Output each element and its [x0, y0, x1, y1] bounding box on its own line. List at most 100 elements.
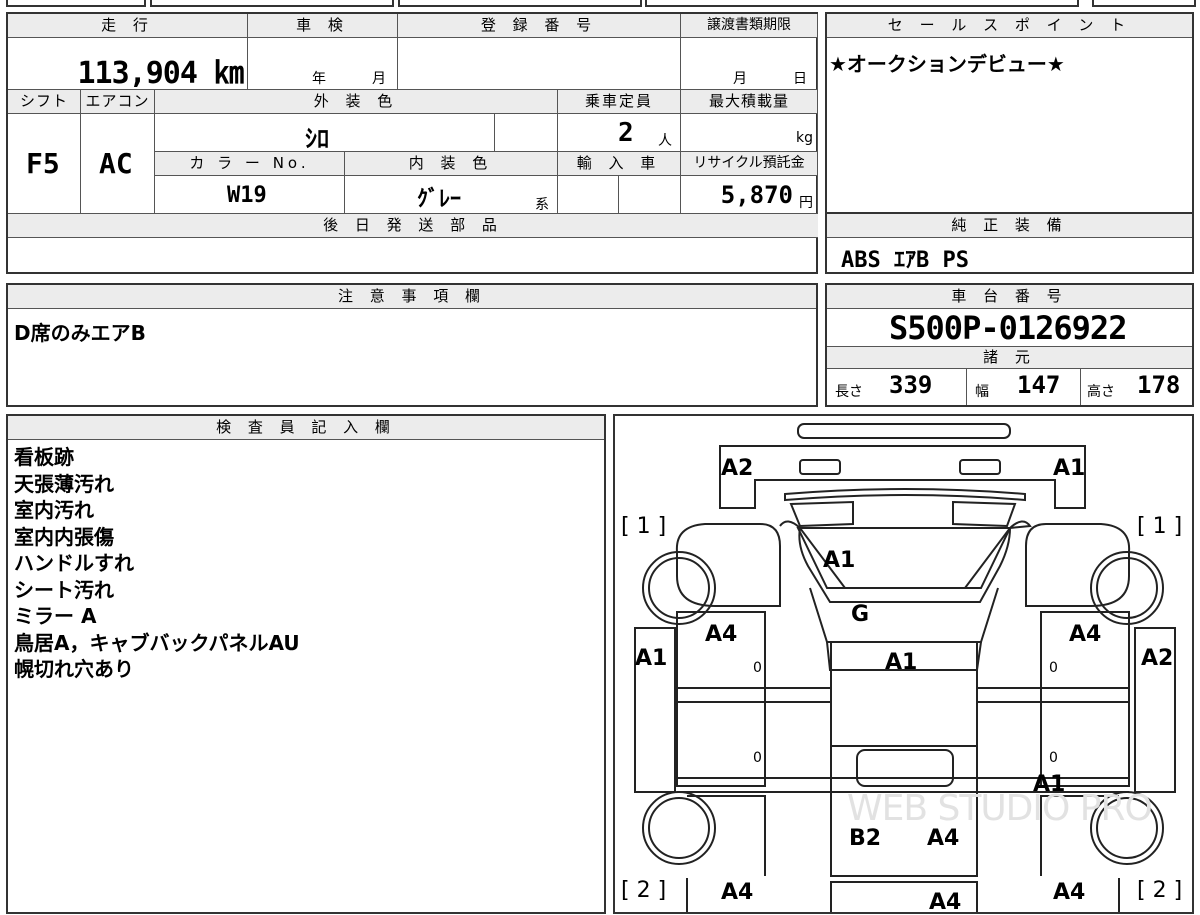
height-value: 178 — [1137, 371, 1181, 399]
chassis-box: 車 台 番 号 S500P-0126922 諸 元 長さ 339 幅 147 高… — [825, 283, 1194, 407]
vehicle-info-table: 走 行 車 検 登 録 番 号 譲渡書類期限 113,904 ㎞ 年 月 月 日… — [6, 12, 818, 274]
mark-a4-center-rear: A4 — [929, 890, 962, 915]
shift-value-cell: F5 — [8, 114, 81, 214]
max-load-unit: kg — [796, 130, 813, 146]
int-color-header: 内 装 色 — [345, 152, 558, 176]
shift-header: シフト — [8, 90, 81, 114]
mark-a4-left-front: A4 — [705, 622, 738, 647]
width-cell: 幅 147 — [967, 369, 1081, 405]
capacity-value-cell: 2 人 — [558, 114, 681, 152]
inspector-header: 検 査 員 記 入 欄 — [8, 416, 604, 440]
recycle-header: リサイクル預託金 — [681, 152, 818, 176]
int-color-value-cell: ｸﾞﾚｰ 系 — [345, 176, 558, 214]
recycle-value-cell: 5,870 円 — [681, 176, 818, 214]
import-header: 輸 入 車 — [558, 152, 681, 176]
inspector-line: 鳥居A，キャブバックパネルAU — [14, 630, 300, 655]
ac-header: エアコン — [81, 90, 155, 114]
sales-point-box: セ ー ル ス ポ イ ン ト ★オークションデビュー★ — [825, 12, 1194, 214]
inspector-line: ミラー A — [14, 604, 97, 628]
later-parts-value — [8, 238, 818, 272]
width-label: 幅 — [975, 384, 989, 400]
mark-b2-bed: B2 — [849, 826, 882, 851]
mark-zero-3: 0 — [753, 750, 762, 766]
mark-a1-roof: A1 — [885, 650, 918, 675]
max-load-header: 最大積載量 — [681, 90, 818, 114]
height-cell: 高さ 178 — [1081, 369, 1192, 405]
capacity-value: 2 — [618, 118, 634, 148]
notice-box: 注 意 事 項 欄 D席のみエアB — [6, 283, 818, 407]
bracket-1-left: [ 1 ] — [621, 514, 667, 539]
ext-color-value-cell: ｼﾛ — [155, 114, 495, 152]
import-value-a — [558, 176, 619, 214]
ext-color-header: 外 装 色 — [155, 90, 558, 114]
bracket-1-right: [ 1 ] — [1137, 514, 1183, 539]
transfer-month: 月 — [733, 71, 747, 87]
mileage-value-cell: 113,904 ㎞ — [8, 38, 248, 90]
mark-a4-right-front: A4 — [1069, 622, 1102, 647]
transfer-day: 日 — [793, 71, 807, 87]
top-strip — [0, 0, 1200, 7]
notice-header: 注 意 事 項 欄 — [8, 285, 816, 309]
recycle-value: 5,870 — [720, 181, 793, 209]
color-no-value-cell: W19 — [155, 176, 345, 214]
shaken-header: 車 検 — [248, 14, 398, 38]
shaken-year: 年 — [312, 71, 326, 87]
ext-color-extra — [495, 114, 558, 152]
mark-a1-right-lower: A1 — [1033, 772, 1066, 797]
inspector-line: 室内汚れ — [14, 498, 94, 522]
chassis-value-cell: S500P-0126922 — [827, 309, 1192, 347]
bracket-2-right: [ 2 ] — [1137, 878, 1183, 903]
length-label: 長さ — [835, 384, 863, 400]
shaken-month: 月 — [372, 71, 386, 87]
capacity-header: 乗車定員 — [558, 90, 681, 114]
inspector-notes: 看板跡 天張薄汚れ 室内汚れ 室内内張傷 ハンドルすれ シート汚れ ミラー A … — [14, 444, 300, 683]
inspector-line: 室内内張傷 — [14, 524, 114, 549]
color-no-header: カ ラ ー No. — [155, 152, 345, 176]
sales-point-value: ★オークションデビュー★ — [829, 52, 1065, 76]
recycle-unit: 円 — [799, 195, 813, 211]
mark-a1-left-side: A1 — [635, 646, 668, 671]
mark-a2-top-left: A2 — [721, 456, 754, 481]
inspector-line: 幌切れ穴あり — [14, 657, 134, 681]
mark-a4-left-rear: A4 — [721, 880, 754, 905]
shaken-value-cell: 年 月 — [248, 38, 398, 90]
mark-a1-top-right: A1 — [1053, 456, 1086, 481]
import-value-b — [619, 176, 681, 214]
watermark: WEB STUDIO PRO — [847, 788, 1153, 829]
equipment-value: ABS ｴｱB PS — [841, 248, 969, 273]
transfer-value-cell: 月 日 — [681, 38, 818, 90]
sales-point-header: セ ー ル ス ポ イ ン ト — [827, 14, 1192, 38]
mark-zero-4: 0 — [1049, 750, 1058, 766]
later-parts-header: 後 日 発 送 部 品 — [8, 214, 818, 238]
color-no-value: W19 — [227, 183, 267, 208]
bracket-2-left: [ 2 ] — [621, 878, 667, 903]
inspector-box: 検 査 員 記 入 欄 看板跡 天張薄汚れ 室内汚れ 室内内張傷 ハンドルすれ … — [6, 414, 606, 914]
transfer-deadline-header: 譲渡書類期限 — [681, 14, 818, 38]
ac-value-cell: AC — [81, 114, 155, 214]
mark-a1-windshield: A1 — [823, 548, 856, 573]
equipment-header: 純 正 装 備 — [827, 214, 1192, 238]
damage-diagram-box: WEB STUDIO PRO [ 1 ] [ 1 ] [ 2 ] [ 2 ] A… — [613, 414, 1194, 915]
max-load-value-cell: kg — [681, 114, 818, 152]
mark-a4-bed: A4 — [927, 826, 960, 851]
notice-value: D席のみエアB — [14, 321, 146, 345]
mark-zero-1: 0 — [753, 660, 762, 676]
int-color-suffix: 系 — [535, 197, 549, 213]
mileage-header: 走 行 — [8, 14, 248, 38]
chassis-number: S500P-0126922 — [889, 309, 1127, 347]
shift-value: F5 — [26, 147, 60, 180]
int-color-value: ｸﾞﾚｰ — [417, 187, 462, 212]
capacity-unit: 人 — [658, 133, 672, 149]
mileage-value: 113,904 ㎞ — [77, 56, 244, 90]
registration-header: 登 録 番 号 — [398, 14, 681, 38]
height-label: 高さ — [1087, 384, 1115, 400]
specs-header: 諸 元 — [827, 347, 1192, 369]
length-value: 339 — [889, 371, 933, 399]
ac-value: AC — [99, 147, 133, 180]
registration-value — [398, 38, 681, 90]
inspector-line: ハンドルすれ — [14, 551, 134, 575]
width-value: 147 — [1017, 371, 1061, 399]
inspector-line: 看板跡 — [14, 445, 74, 469]
mark-zero-2: 0 — [1049, 660, 1058, 676]
length-cell: 長さ 339 — [827, 369, 967, 405]
